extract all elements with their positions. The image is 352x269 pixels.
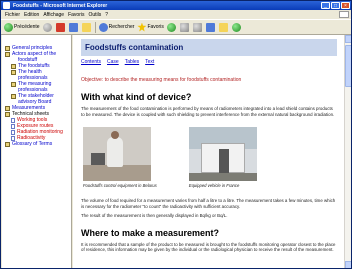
photo-caption: Equipped vehicle in France: [188, 183, 240, 188]
photo-figure: Equipped vehicle in France: [188, 127, 257, 188]
page-icon: [11, 135, 15, 141]
page-icon: [11, 129, 15, 135]
home-icon: [81, 22, 91, 32]
messenger-button[interactable]: [231, 22, 242, 32]
sidebar-item[interactable]: Glossary of Terms: [2, 141, 71, 147]
page-title: Foodstuffs contamination: [81, 39, 337, 56]
close-button[interactable]: ×: [341, 2, 350, 9]
browser-window: Foodstuffs - Microsoft Internet Explorer…: [0, 0, 352, 269]
section-paragraph: The volume of food required for a measur…: [81, 198, 336, 209]
edit-icon: [205, 22, 215, 32]
page-icon: [11, 117, 15, 123]
menu-help[interactable]: ?: [105, 12, 108, 18]
stop-button[interactable]: [55, 22, 66, 32]
section-paragraph: It is recommended that a sample of the p…: [81, 241, 336, 253]
book-icon: [5, 111, 10, 117]
scroll-down-button[interactable]: [345, 261, 351, 268]
book-icon: [5, 45, 10, 51]
folder-icon: [218, 22, 228, 32]
browser-icon: [3, 2, 10, 9]
favorites-button[interactable]: Favoris: [137, 22, 164, 32]
toolbar: Précédente Rechercher Favoris: [1, 19, 351, 35]
search-button[interactable]: Rechercher: [98, 22, 135, 32]
book-icon: [5, 51, 10, 57]
book-icon: [11, 81, 16, 87]
page-icon: [11, 123, 15, 129]
section-heading-where: Where to make a measurement?: [81, 227, 220, 238]
scroll-thumb[interactable]: [345, 45, 351, 87]
photo-figure: Foodstuffs control equipment in Belarus: [83, 127, 157, 188]
menu-tools[interactable]: Outils: [88, 12, 101, 18]
book-icon: [11, 93, 16, 99]
home-button[interactable]: [81, 22, 92, 32]
stop-icon: [55, 22, 65, 32]
windows-flag-icon: [339, 11, 349, 18]
back-button[interactable]: Précédente: [4, 22, 40, 32]
sidebar-item-label: Glossary of Terms: [12, 141, 53, 147]
toolbar-separator: [94, 21, 96, 33]
content-pane: Foodstuffs contamination Contents Case T…: [73, 35, 344, 268]
menu-favorites[interactable]: Favoris: [68, 12, 84, 18]
history-icon: [166, 22, 176, 32]
refresh-icon: [68, 22, 78, 32]
print-icon: [192, 22, 202, 32]
nav-link-case[interactable]: Case: [107, 59, 119, 65]
maximize-button[interactable]: □: [331, 2, 340, 9]
nav-link-tables[interactable]: Tables: [125, 59, 139, 65]
mail-icon: [179, 22, 189, 32]
messenger-icon: [231, 22, 241, 32]
window-title: Foodstuffs - Microsoft Internet Explorer: [13, 2, 108, 9]
forward-arrow-icon: [42, 22, 52, 32]
book-icon: [11, 69, 16, 75]
lab-equipment-photo: [83, 127, 151, 181]
favorites-star-icon: [137, 22, 147, 32]
nav-link-contents[interactable]: Contents: [81, 59, 101, 65]
search-icon: [98, 22, 108, 32]
mail-button[interactable]: [179, 22, 190, 32]
menu-view[interactable]: Affichage: [43, 12, 64, 18]
edit-button[interactable]: [205, 22, 216, 32]
vertical-scrollbar[interactable]: [344, 35, 351, 268]
print-button[interactable]: [192, 22, 203, 32]
history-button[interactable]: [166, 22, 177, 32]
minimize-button[interactable]: _: [321, 2, 330, 9]
book-icon: [5, 141, 10, 147]
section-paragraph: The result of the measurement is then ge…: [81, 213, 228, 218]
photo-caption: Foodstuffs control equipment in Belarus: [83, 183, 157, 188]
favorites-label: Favoris: [147, 24, 164, 30]
forward-button[interactable]: [42, 22, 53, 32]
toc-sidebar: General principles Actors aspect of the fo…: [2, 35, 72, 268]
objective-text: Objective: to describe the measuring mea…: [81, 77, 242, 83]
back-label: Précédente: [14, 24, 40, 30]
photo-row: Foodstuffs control equipment in Belarus …: [83, 127, 344, 188]
title-bar: Foodstuffs - Microsoft Internet Explorer…: [1, 1, 351, 10]
back-arrow-icon: [4, 22, 13, 32]
nav-link-text[interactable]: Text: [145, 59, 154, 65]
refresh-button[interactable]: [68, 22, 79, 32]
search-label: Rechercher: [108, 24, 135, 30]
menu-edit[interactable]: Edition: [24, 12, 39, 18]
section-heading-device: With what kind of device?: [81, 92, 192, 102]
scroll-up-button[interactable]: [345, 35, 351, 43]
vehicle-photo: [188, 127, 257, 181]
menu-file[interactable]: Fichier: [5, 12, 20, 18]
section-paragraph: The measurement of the food contaminatio…: [81, 106, 335, 117]
discuss-button[interactable]: [218, 22, 229, 32]
book-icon: [11, 63, 16, 69]
nav-links: Contents Case Tables Text: [81, 59, 344, 65]
menu-bar: Fichier Edition Affichage Favoris Outils…: [1, 10, 351, 19]
book-icon: [5, 105, 10, 111]
